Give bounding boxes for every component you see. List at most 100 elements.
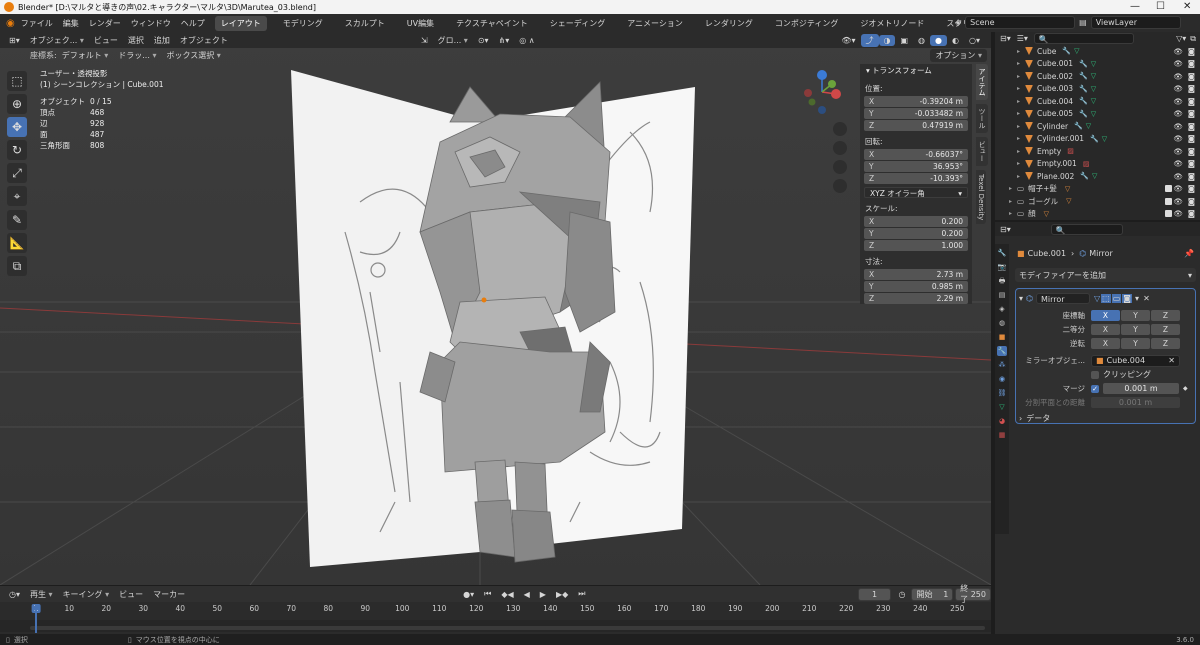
visibility-eye-icon[interactable]: 👁 [1173, 109, 1183, 118]
timeline-menu-view[interactable]: ビュー [114, 588, 148, 601]
outliner-item[interactable]: ▸ Cylinder 🔧 ▽ 👁 ◙ [995, 120, 1200, 133]
drag-dropdown[interactable]: ドラッ... [113, 49, 161, 62]
workspace-tab-geometry-nodes[interactable]: ジオメトリノード [854, 16, 930, 31]
scale-z-field[interactable]: Z 1.000 [864, 240, 968, 251]
mode-dropdown[interactable]: オブジェク... [25, 34, 89, 47]
scene-field[interactable]: Scene [965, 16, 1076, 29]
cage-toggle-icon[interactable]: ⬚ [1101, 294, 1111, 303]
tab-tool[interactable]: ツール [976, 104, 988, 133]
modifier-name-field[interactable]: Mirror [1036, 293, 1090, 304]
modifier-props-icon[interactable]: 🔧 [997, 346, 1007, 356]
workspace-tab-shading[interactable]: シェーディング [544, 16, 611, 31]
scene-icon[interactable]: ◈ [955, 18, 961, 27]
visibility-eye-icon[interactable]: 👁 [1173, 184, 1183, 193]
object-props-icon[interactable]: ■ [997, 332, 1007, 342]
add-cube-tool-icon[interactable]: ⧉ [7, 256, 27, 276]
navigation-gizmo[interactable] [798, 68, 848, 198]
record-icon[interactable]: ●▾ [458, 589, 479, 600]
timeline-editor-icon[interactable]: ◷▾ [4, 589, 25, 600]
next-key-icon[interactable]: ▶◆ [551, 589, 573, 600]
visibility-eye-icon[interactable]: 👁 [1173, 147, 1183, 156]
transform-orient-icon[interactable]: ⇲ [416, 35, 433, 46]
gizmo-toggle-icon[interactable]: ⤴ [860, 33, 879, 47]
viewport-menu-add[interactable]: 追加 [149, 34, 175, 47]
measure-tool-icon[interactable]: 📐 [7, 233, 27, 253]
render-visibility-icon[interactable]: ◙ [1188, 209, 1195, 218]
minimize-icon[interactable]: — [1130, 1, 1140, 12]
outliner-item[interactable]: ▸ Empty.001 ▨ 👁 ◙ [995, 158, 1200, 171]
timeline-menu-keying[interactable]: キーイング [58, 588, 115, 601]
workspace-tab-rendering[interactable]: レンダリング [699, 16, 759, 31]
proportional-edit-icon[interactable]: ◎ ∧ [514, 35, 539, 46]
select-box-tool-icon[interactable]: ⬚ [7, 71, 27, 91]
visibility-eye-icon[interactable]: 👁 [1173, 172, 1183, 181]
ortho-toggle-icon[interactable] [833, 179, 847, 193]
outliner-item[interactable]: ▸ Cube 🔧 ▽ 👁 ◙ [995, 45, 1200, 58]
render-visibility-icon[interactable]: ◙ [1188, 59, 1195, 68]
scene-props-icon[interactable]: ◈ [997, 304, 1007, 314]
transform-tool-icon[interactable]: ⌖ [7, 186, 27, 206]
visibility-eye-icon[interactable]: 👁 [1173, 197, 1183, 206]
menu-help[interactable]: ヘルプ [181, 18, 205, 29]
merge-keyframe-icon[interactable]: ◆ [1183, 385, 1188, 392]
timeline-track-area[interactable] [0, 620, 991, 632]
outliner-item[interactable]: ▸ Cube.002 🔧 ▽ 👁 ◙ [995, 70, 1200, 83]
outliner-filter-icon[interactable]: ▽▾ [1176, 34, 1186, 43]
physics-props-icon[interactable]: ◉ [997, 374, 1007, 384]
bisect-y-button[interactable]: Y [1121, 324, 1150, 335]
dimensions-y-field[interactable]: Y 0.985 m [864, 281, 968, 292]
close-icon[interactable]: ✕ [1183, 1, 1191, 12]
coord-system-dropdown[interactable]: デフォルト [57, 49, 114, 62]
gizmo-y-icon[interactable] [828, 80, 836, 88]
expand-icon[interactable]: ▸ [1017, 123, 1020, 130]
tool-props-icon[interactable]: 🔧 [997, 248, 1007, 258]
gizmo-x-icon[interactable] [831, 89, 841, 99]
render-visibility-icon[interactable]: ◙ [1188, 122, 1195, 131]
particles-props-icon[interactable]: ⁂ [997, 360, 1007, 370]
new-collection-icon[interactable]: ⧉ [1190, 34, 1196, 44]
outliner-search-input[interactable]: 🔍 [1033, 33, 1134, 44]
render-visibility-icon[interactable]: ◙ [1188, 84, 1195, 93]
rotation-x-field[interactable]: X -0.66037° [864, 149, 968, 160]
edit-mode-toggle-icon[interactable]: ▽ [1094, 294, 1100, 303]
jump-start-icon[interactable]: ⏮ [479, 588, 496, 600]
modifier-menu-icon[interactable]: ▾ [1135, 294, 1139, 303]
render-visibility-icon[interactable]: ◙ [1188, 134, 1195, 143]
rotation-z-field[interactable]: Z -10.393° [864, 173, 968, 184]
frame-ruler[interactable]: 1102030405060708090100110120130140150160… [28, 604, 991, 618]
visibility-eye-icon[interactable]: 👁 [1173, 47, 1183, 56]
scale-x-field[interactable]: X 0.200 [864, 216, 968, 227]
outliner-collection[interactable]: ▸ ▭ 顔 ▽ 👁 ◙ [995, 208, 1200, 221]
location-z-field[interactable]: Z 0.47919 m [864, 120, 968, 131]
expand-icon[interactable]: ▸ [1017, 98, 1020, 105]
visibility-eye-icon[interactable]: 👁 [1173, 59, 1183, 68]
bisect-z-button[interactable]: Z [1151, 324, 1180, 335]
axis-y-button[interactable]: Y [1121, 310, 1150, 321]
outliner-editor-icon[interactable]: ⊟▾ [1000, 34, 1011, 43]
outliner-collection[interactable]: ▸ ▭ ゴーグル ▽ 👁 ◙ [995, 195, 1200, 208]
view-layer-icon[interactable]: ▤ [1079, 18, 1087, 27]
outliner-item[interactable]: ▸ Empty ▨ 👁 ◙ [995, 145, 1200, 158]
overlay-toggle-icon[interactable]: ◑ [878, 34, 896, 46]
expand-icon[interactable]: ▸ [1017, 60, 1020, 67]
flip-y-button[interactable]: Y [1121, 338, 1150, 349]
workspace-tab-uv[interactable]: UV編集 [401, 16, 440, 31]
dimensions-z-field[interactable]: Z 2.29 m [864, 293, 968, 304]
expand-icon[interactable]: ▸ [1009, 210, 1012, 217]
location-x-field[interactable]: X -0.39204 m [864, 96, 968, 107]
outliner-item[interactable]: ▸ Cube.004 🔧 ▽ 👁 ◙ [995, 95, 1200, 108]
outliner-item[interactable]: ▸ Cylinder.001 🔧 ▽ 👁 ◙ [995, 133, 1200, 146]
timeline-scrollbar[interactable] [30, 626, 985, 630]
add-modifier-button[interactable]: モディファイアーを追加 ▾ [1015, 268, 1196, 282]
blender-menu-icon[interactable]: ◉ [6, 18, 15, 29]
zoom-icon[interactable] [833, 122, 847, 136]
collapse-icon[interactable]: ▾ [1019, 294, 1023, 303]
render-visibility-icon[interactable]: ◙ [1188, 147, 1195, 156]
play-reverse-icon[interactable]: ◀ [519, 589, 535, 600]
workspace-tab-texture-paint[interactable]: テクスチャペイント [450, 16, 534, 31]
pivot-icon[interactable]: ⊙▾ [473, 35, 494, 46]
annotate-tool-icon[interactable]: ✎ [7, 210, 27, 230]
render-visibility-icon[interactable]: ◙ [1188, 159, 1195, 168]
scale-y-field[interactable]: Y 0.200 [864, 228, 968, 239]
dimensions-x-field[interactable]: X 2.73 m [864, 269, 968, 280]
